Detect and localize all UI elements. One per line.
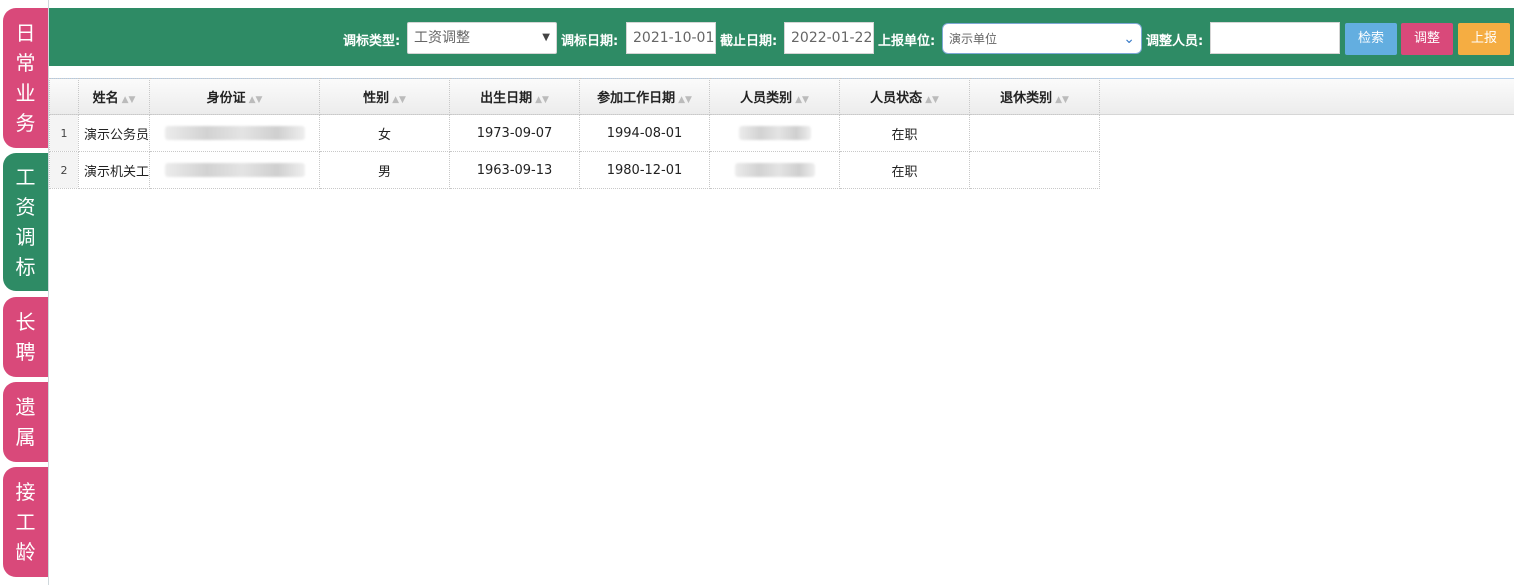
sort-icon: ▲▼	[248, 95, 263, 105]
row-number-header	[49, 78, 79, 115]
tab-daily-business-label: 日常业务	[15, 21, 36, 135]
cell-name: 演示公务员	[77, 114, 151, 152]
employee-table: 姓名 ▲▼ 身份证 ▲▼ 性别 ▲▼ 出生日期 ▲▼ 参加工作日期 ▲▼ 人员类别 ▲▼ 人…	[49, 78, 1101, 189]
adjust-date-label: 调标日期:	[561, 34, 619, 49]
table-row[interactable]: 1 演示公务员 女 1973-09-07 1994-08-01 在职	[49, 114, 1101, 152]
col-header-category[interactable]: 人员类别 ▲▼	[709, 78, 841, 115]
adjust-person-label: 调整人员:	[1146, 34, 1204, 49]
cell-category	[709, 114, 841, 152]
tab-seniority-label: 接工龄	[15, 480, 36, 564]
report-button[interactable]: 上报	[1458, 23, 1510, 55]
adjust-type-select[interactable]: 工资调整 ▼	[407, 22, 557, 54]
cell-birth: 1973-09-07	[449, 114, 581, 152]
col-header-birth-label: 出生日期	[480, 91, 533, 106]
dropdown-caret-icon: ▼	[542, 32, 550, 43]
redacted-category	[734, 163, 815, 177]
col-header-status-label: 人员状态	[870, 91, 923, 106]
cell-idcard	[149, 114, 321, 152]
adjust-type-label: 调标类型:	[343, 34, 401, 49]
sort-icon: ▲▼	[392, 95, 406, 105]
report-unit-value: 演示单位	[949, 32, 998, 46]
col-header-category-label: 人员类别	[740, 91, 793, 106]
end-date-value: 2022-01-22	[791, 30, 873, 46]
sort-icon: ▲▼	[121, 95, 136, 105]
cell-name: 演示机关工	[77, 151, 151, 189]
cell-gender: 男	[319, 151, 451, 189]
row-number: 2	[49, 151, 79, 189]
side-tab-bar: 日常业务 工资调标 长聘 遗属 接工龄	[0, 0, 48, 585]
col-header-gender[interactable]: 性别 ▲▼	[319, 78, 451, 115]
adjust-date-value: 2021-10-01	[633, 30, 715, 46]
tab-long-hire[interactable]: 长聘	[3, 297, 48, 377]
sort-icon: ▲▼	[678, 95, 692, 105]
tab-survivor[interactable]: 遗属	[3, 382, 48, 462]
col-header-name[interactable]: 姓名 ▲▼	[77, 78, 151, 115]
tab-salary-adjust[interactable]: 工资调标	[3, 153, 48, 291]
sort-icon: ▲▼	[535, 95, 549, 105]
col-header-idcard[interactable]: 身份证 ▲▼	[149, 78, 321, 115]
col-header-status[interactable]: 人员状态 ▲▼	[839, 78, 971, 115]
cell-status: 在职	[839, 114, 971, 152]
cell-category	[709, 151, 841, 189]
col-header-birth[interactable]: 出生日期 ▲▼	[449, 78, 581, 115]
adjust-person-input[interactable]	[1210, 22, 1340, 54]
redacted-idcard	[164, 126, 305, 140]
sort-icon: ▲▼	[1055, 95, 1069, 105]
sort-icon: ▲▼	[925, 95, 939, 105]
cell-status: 在职	[839, 151, 971, 189]
chevron-down-icon: ⌄	[1123, 31, 1135, 47]
search-button[interactable]: 检索	[1345, 23, 1397, 55]
col-header-workdate-label: 参加工作日期	[597, 91, 676, 106]
row-number: 1	[49, 114, 79, 152]
adjust-type-value: 工资调整	[414, 30, 470, 46]
report-unit-label: 上报单位:	[878, 34, 936, 49]
col-header-retire[interactable]: 退休类别 ▲▼	[969, 78, 1101, 115]
cell-workdate: 1994-08-01	[579, 114, 711, 152]
cell-gender: 女	[319, 114, 451, 152]
cell-birth: 1963-09-13	[449, 151, 581, 189]
tab-long-hire-label: 长聘	[15, 310, 36, 364]
redacted-category	[738, 126, 811, 140]
adjust-date-input[interactable]: 2021-10-01	[626, 22, 716, 54]
tab-salary-adjust-label: 工资调标	[15, 165, 36, 279]
cell-retire	[969, 114, 1101, 152]
report-unit-select[interactable]: 演示单位 ⌄	[942, 23, 1142, 54]
end-date-label: 截止日期:	[720, 34, 778, 49]
col-header-retire-label: 退休类别	[1000, 91, 1053, 106]
tab-survivor-label: 遗属	[15, 395, 36, 449]
cell-workdate: 1980-12-01	[579, 151, 711, 189]
adjust-button[interactable]: 调整	[1401, 23, 1453, 55]
table-header-row: 姓名 ▲▼ 身份证 ▲▼ 性别 ▲▼ 出生日期 ▲▼ 参加工作日期 ▲▼ 人员类别 ▲▼ 人…	[49, 78, 1101, 115]
sort-icon: ▲▼	[795, 95, 809, 105]
cell-idcard	[149, 151, 321, 189]
col-header-workdate[interactable]: 参加工作日期 ▲▼	[579, 78, 711, 115]
tab-daily-business[interactable]: 日常业务	[3, 8, 48, 148]
redacted-idcard	[164, 163, 305, 177]
tab-seniority[interactable]: 接工龄	[3, 467, 48, 577]
filter-toolbar: 调标类型: 工资调整 ▼ 调标日期: 2021-10-01 截止日期: 2022…	[49, 8, 1514, 66]
end-date-input[interactable]: 2022-01-22	[784, 22, 874, 54]
col-header-gender-label: 性别	[363, 91, 390, 106]
col-header-idcard-label: 身份证	[206, 91, 246, 106]
col-header-name-label: 姓名	[92, 91, 119, 106]
cell-retire	[969, 151, 1101, 189]
table-row[interactable]: 2 演示机关工 男 1963-09-13 1980-12-01 在职	[49, 151, 1101, 189]
